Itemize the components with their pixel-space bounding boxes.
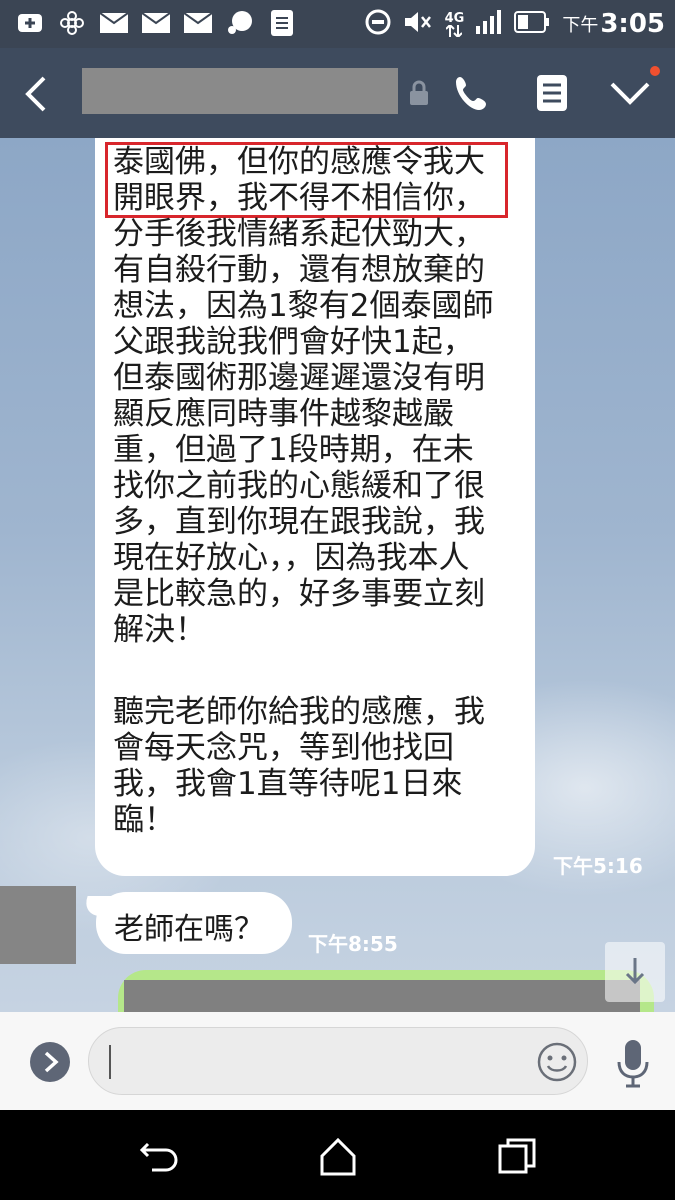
message-line: 會每天念咒，等到他找回 <box>113 730 454 766</box>
message-line: 父跟我說我們會好快1起， <box>113 324 474 360</box>
back-arrow-icon <box>139 1142 178 1172</box>
lock-icon <box>408 80 430 106</box>
arrow-down-icon <box>625 958 645 985</box>
message-timestamp: 下午5:16 <box>553 854 643 878</box>
message-line: 聽完老師你給我的感應，我 <box>113 694 485 730</box>
scroll-to-bottom-button[interactable] <box>605 942 665 1002</box>
mail-icon <box>142 10 170 36</box>
message-bubble-short[interactable]: 老師在嗎？ <box>96 892 292 954</box>
recents-icon <box>498 1138 536 1174</box>
chevron-down-icon <box>610 82 650 105</box>
time-prefix: 下午 <box>562 15 599 36</box>
message-timestamp: 下午8:55 <box>308 932 398 956</box>
mail-icon <box>100 10 128 36</box>
chat-area[interactable]: 泰國佛，但你的感應令我大 開眼界，我不得不相信你， 分手後我情緒系起伏勁大， 有… <box>0 138 675 1012</box>
message-bubble-long[interactable]: 泰國佛，但你的感應令我大 開眼界，我不得不相信你， 分手後我情緒系起伏勁大， 有… <box>95 138 535 876</box>
message-text: 老師在嗎？ <box>114 912 264 947</box>
do-not-disturb-icon <box>365 9 391 39</box>
message-line: 解決！ <box>113 612 206 648</box>
nav-back-button[interactable] <box>138 1136 182 1176</box>
menu-dropdown-button[interactable] <box>608 76 652 112</box>
message-line: 找你之前我的心態緩和了很 <box>113 468 485 504</box>
nav-recents-button[interactable] <box>496 1136 540 1176</box>
nav-home-button[interactable] <box>316 1136 360 1176</box>
redacted-content <box>124 980 640 1012</box>
message-line: 但泰國術那邊遲遲還沒有明 <box>113 360 485 396</box>
message-line: 重，但過了1段時期，在未 <box>113 432 474 468</box>
mail-icon <box>184 10 212 36</box>
clock: 3:05 <box>600 9 665 39</box>
message-line: 多，直到你現在跟我說，我 <box>113 504 485 540</box>
chat-bubble-icon <box>226 10 254 36</box>
home-icon <box>320 1137 356 1176</box>
chevron-left-icon <box>25 76 46 112</box>
document-icon <box>268 10 296 36</box>
notes-button[interactable] <box>536 74 568 112</box>
message-line: 我，我會1直等待呢1日來 <box>113 766 463 802</box>
flower-icon <box>58 10 86 36</box>
message-line: 顯反應同時事件越黎越嚴 <box>113 396 454 432</box>
voice-button[interactable] <box>616 1040 650 1088</box>
signal-icon <box>476 10 502 38</box>
expand-button[interactable] <box>30 1042 70 1082</box>
chevron-right-icon <box>44 1051 59 1073</box>
message-line: 分手後我情緒系起伏勁大， <box>113 216 485 252</box>
avatar[interactable] <box>0 886 76 964</box>
status-bar: 4G 下午 3:05 <box>0 0 675 48</box>
message-line: 想法，因為1黎有2個泰國師 <box>113 288 494 324</box>
notification-dot <box>650 66 660 76</box>
emoji-button[interactable] <box>537 1042 577 1082</box>
network-label: 4G <box>444 10 465 26</box>
network-icon: 4G <box>444 10 465 37</box>
input-bar <box>0 1012 675 1110</box>
message-line: 開眼界，我不得不相信你， <box>113 180 485 216</box>
message-line: 是比較急的，好多事要立刻 <box>113 576 485 612</box>
message-line: 泰國佛，但你的感應令我大 <box>113 144 485 180</box>
chat-header <box>0 48 675 138</box>
add-message-icon <box>16 10 44 36</box>
battery-icon <box>514 11 550 37</box>
back-button[interactable] <box>20 74 54 114</box>
phone-icon <box>456 77 486 110</box>
call-button[interactable] <box>454 74 492 112</box>
system-nav-bar <box>0 1110 675 1200</box>
notes-icon <box>537 75 567 111</box>
contact-name-redacted <box>82 68 398 114</box>
mute-icon <box>403 9 433 39</box>
message-input[interactable] <box>88 1027 588 1095</box>
message-line: 現在好放心，，因為我本人 <box>113 540 470 576</box>
smiley-icon <box>537 1042 577 1082</box>
microphone-icon <box>617 1040 649 1088</box>
message-line: 臨！ <box>113 802 175 838</box>
message-bubble-sent[interactable] <box>118 970 654 1012</box>
message-line: 有自殺行動，還有想放棄的 <box>113 252 485 288</box>
text-caret <box>109 1045 111 1079</box>
